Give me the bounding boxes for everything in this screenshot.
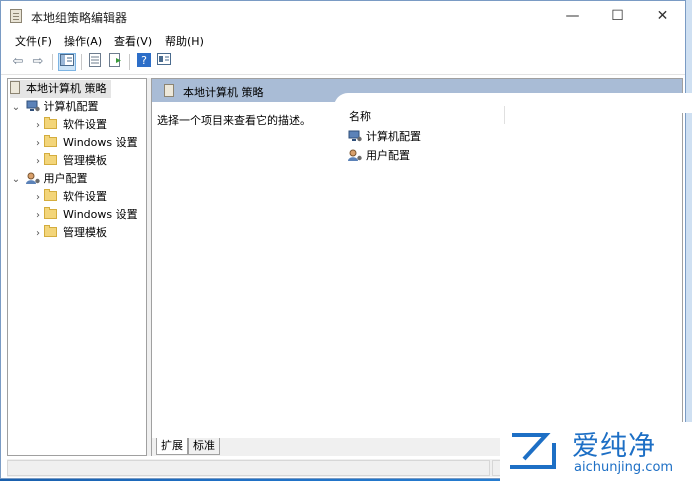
tree-item-user-admin-templates[interactable]: › 管理模板 [32,224,107,242]
menu-help[interactable]: 帮助(H) [165,33,204,49]
desktop-edge [686,0,692,481]
menu-action[interactable]: 操作(A) [64,33,102,49]
list-item-computer-config[interactable]: 计算机配置 [348,128,421,144]
policy-icon [164,84,174,97]
chevron-right-icon[interactable]: › [32,117,44,135]
tree-item-windows-settings[interactable]: › Windows 设置 [32,134,138,152]
column-header-name[interactable]: 名称 [349,108,371,124]
computer-config-icon [348,130,362,142]
chevron-right-icon[interactable]: › [32,225,44,243]
minimize-button[interactable]: — [550,1,595,31]
toolbar-separator [52,54,53,70]
view-icon[interactable] [155,53,173,71]
folder-icon [44,189,57,201]
chevron-down-icon[interactable]: ⌄ [10,99,22,117]
tree-item-label: 管理模板 [63,154,107,167]
tree-item-label: 计算机配置 [43,100,99,113]
svg-text:?: ? [141,54,147,67]
user-config-icon [348,149,362,161]
tree-item-user-software-settings[interactable]: › 软件设置 [32,188,107,206]
description-text: 选择一个项目来查看它的描述。 [157,114,311,127]
policy-icon [10,81,20,94]
watermark-text-en: aichunjing.com [574,460,674,475]
folder-icon [44,207,57,219]
chevron-right-icon[interactable]: › [32,153,44,171]
gpedit-window: 本地组策略编辑器 — ☐ ✕ 文件(F) 操作(A) 查看(V) 帮助(H) ⇦… [0,0,692,479]
watermark-logo-icon [510,433,556,469]
show-hide-tree-icon[interactable] [58,53,76,71]
chevron-down-icon[interactable]: ⌄ [10,171,22,189]
header-curve [334,93,692,113]
forward-arrow-icon[interactable]: ⇨ [29,53,47,71]
properties-icon[interactable] [86,53,104,71]
tree-item-admin-templates[interactable]: › 管理模板 [32,152,107,170]
tree-item-label: 软件设置 [63,190,107,203]
folder-icon [44,153,57,165]
tree-item-label: 用户配置 [43,172,88,185]
tree-item-computer[interactable]: ⌄ 计算机配置 [10,98,99,116]
tree-item-user[interactable]: ⌄ 用户配置 [10,170,88,188]
tree-item-label: 本地计算机 策略 [26,82,107,95]
computer-config-icon [26,100,40,112]
list-item-user-config[interactable]: 用户配置 [348,147,410,163]
folder-icon [44,117,57,129]
details-pane: 本地计算机 策略 选择一个项目来查看它的描述。 名称 计算机配置 用户配置 [151,78,692,438]
menu-bar: 文件(F) 操作(A) 查看(V) 帮助(H) [1,31,685,49]
watermark-text-cn: 爱纯净 [572,431,656,462]
menu-file[interactable]: 文件(F) [15,33,52,49]
toolbar-separator [81,54,82,70]
export-list-icon[interactable] [107,53,125,71]
folder-icon [44,225,57,237]
details-header-title: 本地计算机 策略 [183,86,264,99]
toolbar-separator [129,54,130,70]
toolbar: ⇦ ⇨ ? [1,50,685,75]
list-item-label: 用户配置 [366,149,410,162]
tree-item-label: 软件设置 [63,118,107,131]
tab-extended[interactable]: 扩展 [156,438,188,455]
tree-item-root[interactable]: 本地计算机 策略 [10,80,111,98]
list-item-label: 计算机配置 [366,130,421,143]
tree-item-label: Windows 设置 [63,136,138,149]
tree-item-label: 管理模板 [63,226,107,239]
chevron-right-icon[interactable]: › [32,189,44,207]
tree-pane[interactable]: 本地计算机 策略 ⌄ 计算机配置 › 软件设置 › Windows 设置 › 管理模板… [7,78,147,456]
help-icon[interactable]: ? [135,53,153,71]
watermark: 爱纯净 aichunjing.com [500,422,692,481]
tree-item-software-settings[interactable]: › 软件设置 [32,116,107,134]
user-config-icon [25,172,40,184]
chevron-right-icon[interactable]: › [32,135,44,153]
menu-view[interactable]: 查看(V) [114,33,152,49]
title-bar[interactable]: 本地组策略编辑器 — ☐ ✕ [1,1,685,31]
chevron-right-icon[interactable]: › [32,207,44,225]
tab-standard[interactable]: 标准 [188,438,220,455]
column-divider[interactable] [504,106,505,124]
tree-item-label: Windows 设置 [63,208,138,221]
status-cell [7,460,490,476]
back-arrow-icon[interactable]: ⇦ [9,53,27,71]
window-title: 本地组策略编辑器 [31,11,128,25]
folder-icon [44,135,57,147]
policy-app-icon [10,9,22,23]
maximize-button[interactable]: ☐ [595,1,640,31]
tree-item-user-windows-settings[interactable]: › Windows 设置 [32,206,138,224]
close-button[interactable]: ✕ [640,1,685,31]
